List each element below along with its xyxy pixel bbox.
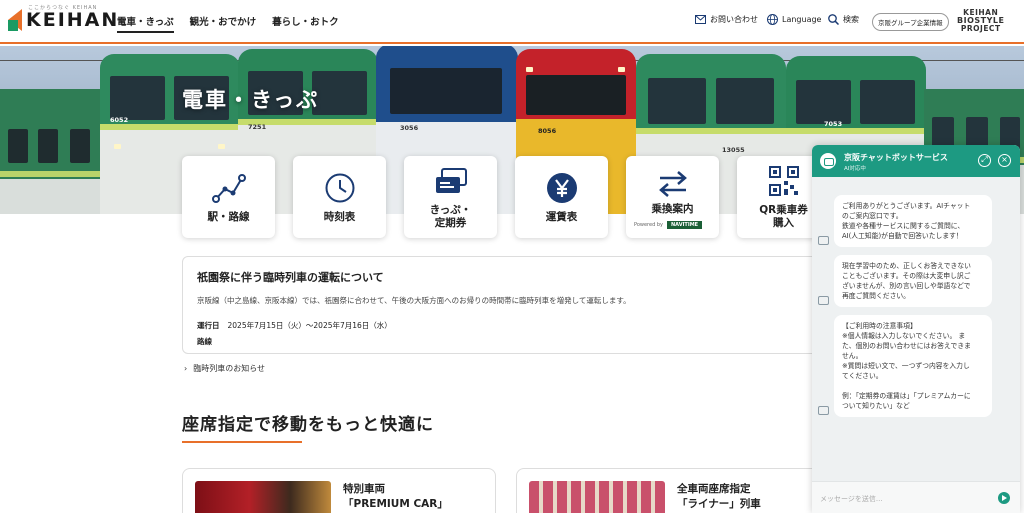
chatbot-title: 京阪チャットボットサービス <box>844 153 948 162</box>
bio-line3: PROJECT <box>960 24 1001 33</box>
notice-body: 京阪線（中之島線、京阪本線）では、祇園祭に合わせて、午後の大阪方面へのお帰りの時… <box>197 296 631 305</box>
quick-menu: 駅・路線 時刻表 きっぷ・ 定期券 運賃表 乗換案内 Powered by NA… <box>182 156 830 238</box>
chat-input-placeholder: メッセージを送信... <box>820 495 883 503</box>
train-number: 13055 <box>722 146 745 154</box>
train-number: 6052 <box>110 116 129 124</box>
special-train-news-link[interactable]: 臨時列車のお知らせ <box>184 363 265 374</box>
notice-route-row: 路線 <box>197 336 827 347</box>
quick-label: QR乗車券 購入 <box>759 204 808 229</box>
card-title: 全車両座席指定 「ライナー」列車 <box>677 483 761 510</box>
mail-icon <box>695 15 706 24</box>
expand-icon[interactable]: ⤢ <box>978 154 991 167</box>
keihan-logo[interactable]: ここからつなぐ KEIHAN KEIHAN <box>8 5 120 31</box>
ticket-icon <box>434 164 468 198</box>
site-header: ここからつなぐ KEIHAN KEIHAN 電車・きっぷ 観光・おでかけ 暮らし… <box>0 0 1024 44</box>
chat-line: ※質問は短い文で、一つずつ内容を入力し <box>842 362 970 370</box>
quick-fare-table[interactable]: 運賃表 <box>515 156 608 238</box>
powered-by-text: Powered by <box>634 222 663 228</box>
quick-station-route[interactable]: 駅・路線 <box>182 156 275 238</box>
qr-icon <box>768 164 799 198</box>
logo-text: KEIHAN <box>26 9 120 31</box>
quick-ticket-pass[interactable]: きっぷ・ 定期券 <box>404 156 497 238</box>
quick-transfer-guide[interactable]: 乗換案内 Powered by NAVITIME <box>626 156 719 238</box>
language-label: Language <box>782 15 822 24</box>
chat-line: AI(人工知能)が自動で回答いたします！ <box>842 232 963 240</box>
nav-sightseeing[interactable]: 観光・おでかけ <box>190 14 257 33</box>
chat-message: ご利用ありがとうございます。AIチャット のご案内窓口です。 鉄道や各種サービス… <box>818 195 992 247</box>
search-icon <box>828 14 839 25</box>
chat-line: ※個人情報は入力しないでください。 ま <box>842 332 966 340</box>
navitime-credit: Powered by NAVITIME <box>634 221 703 229</box>
chat-line: こともございます。その際は大変申し訳ご <box>842 272 971 280</box>
quick-label: 駅・路線 <box>207 210 250 223</box>
chat-line: 再度ご質問ください。 <box>842 292 910 300</box>
chat-message: 現在学習中のため、正しくお答えできない こともございます。その際は大変申し訳ご … <box>818 255 992 307</box>
close-icon[interactable]: × <box>998 154 1011 167</box>
chat-line: せん。 <box>842 352 863 360</box>
search-link[interactable]: 検索 <box>828 14 859 25</box>
hero-title: 電車・きっぷ <box>182 88 320 112</box>
chat-line: 現在学習中のため、正しくお答えできない <box>842 262 971 270</box>
nav-living[interactable]: 暮らし・おトク <box>272 14 339 33</box>
train-side <box>0 89 110 214</box>
global-nav: 電車・きっぷ 観光・おでかけ 暮らし・おトク <box>117 14 339 33</box>
logo-mark-icon <box>8 9 22 31</box>
train-number: 3056 <box>400 124 419 132</box>
navitime-brand: NAVITIME <box>666 221 703 229</box>
chat-line: 【ご利用時の注意事項】 <box>842 322 917 330</box>
language-link[interactable]: Language <box>767 14 821 25</box>
transfer-icon <box>656 167 690 201</box>
card-title: 特別車両 「PREMIUM CAR」 <box>343 483 448 510</box>
train-number: 7053 <box>824 120 843 128</box>
globe-icon <box>767 14 778 25</box>
quick-label: 時刻表 <box>323 210 356 223</box>
chat-input-bar[interactable]: メッセージを送信... <box>812 481 1020 513</box>
notice-date-row: 運行日 2025年7月15日（火）～2025年7月16日（水） <box>197 320 827 331</box>
chatbot-messages: ご利用ありがとうございます。AIチャット のご案内窓口です。 鉄道や各種サービス… <box>812 177 1020 481</box>
quick-label: 乗換案内 <box>651 202 694 215</box>
chatbot-icon <box>820 153 836 169</box>
chat-line: ついて知りたい」など <box>842 402 910 410</box>
yen-icon <box>546 171 578 205</box>
contact-label: お問い合わせ <box>710 15 758 24</box>
quick-label: 運賃表 <box>545 210 578 223</box>
premium-car-image <box>195 481 331 513</box>
section-underline <box>182 441 302 443</box>
section-title: 座席指定で移動をもっと快適に <box>182 415 434 435</box>
train-number: 8056 <box>538 127 557 135</box>
send-icon[interactable] <box>998 492 1010 504</box>
notice-title: 祇園祭に伴う臨時列車の運転について <box>197 271 384 284</box>
route-icon <box>211 171 246 205</box>
notice-route-label: 路線 <box>197 337 212 346</box>
clock-icon <box>324 171 356 205</box>
notice-date-value: 2025年7月15日（火）～2025年7月16日（水） <box>227 321 392 330</box>
logo-tagline: ここからつなぐ KEIHAN <box>28 5 98 11</box>
notice-card[interactable]: 祇園祭に伴う臨時列車の運転について 京阪線（中之島線、京阪本線）では、祇園祭に合… <box>182 256 842 354</box>
liner-seat-image <box>529 481 665 513</box>
card-liner[interactable]: 全車両座席指定 「ライナー」列車 <box>516 468 830 513</box>
notice-date-label: 運行日 <box>197 321 220 330</box>
chat-line: 鉄道や各種サービスに関するご質問に、 <box>842 222 965 230</box>
chat-line: ざいませんが、別の言い回しや単語などで <box>842 282 971 290</box>
search-label: 検索 <box>843 15 859 24</box>
train-number: 7251 <box>248 123 267 131</box>
contact-link[interactable]: お問い合わせ <box>695 14 758 25</box>
chat-line-spacer <box>842 381 984 391</box>
chat-line: 例：「定期券の運賃は」「プレミアムカーに <box>842 392 971 400</box>
quick-label: きっぷ・ 定期券 <box>429 204 472 229</box>
chat-line: ご利用ありがとうございます。AIチャット <box>842 202 971 210</box>
nav-train-ticket[interactable]: 電車・きっぷ <box>117 14 174 33</box>
biostyle-logo[interactable]: KEIHAN BIOSTYLE PROJECT <box>957 9 1004 33</box>
quick-timetable[interactable]: 時刻表 <box>293 156 386 238</box>
chat-message: 【ご利用時の注意事項】 ※個人情報は入力しないでください。 ま た、個別のお問い… <box>818 315 992 417</box>
chat-line: てください。 <box>842 372 883 380</box>
chatbot-header: 京阪チャットボットサービス AI対応中 ⤢ × <box>812 145 1020 177</box>
chatbot-status: AI対応中 <box>844 166 866 172</box>
chat-line: た、個別のお問い合わせにはお答えできま <box>842 342 971 350</box>
chatbot-panel: 京阪チャットボットサービス AI対応中 ⤢ × ご利用ありがとうございます。AI… <box>812 145 1020 513</box>
card-premium-car[interactable]: 特別車両 「PREMIUM CAR」 <box>182 468 496 513</box>
chat-line: のご案内窓口です。 <box>842 212 903 220</box>
group-info-button[interactable]: 京阪グループ企業情報 <box>872 13 949 31</box>
